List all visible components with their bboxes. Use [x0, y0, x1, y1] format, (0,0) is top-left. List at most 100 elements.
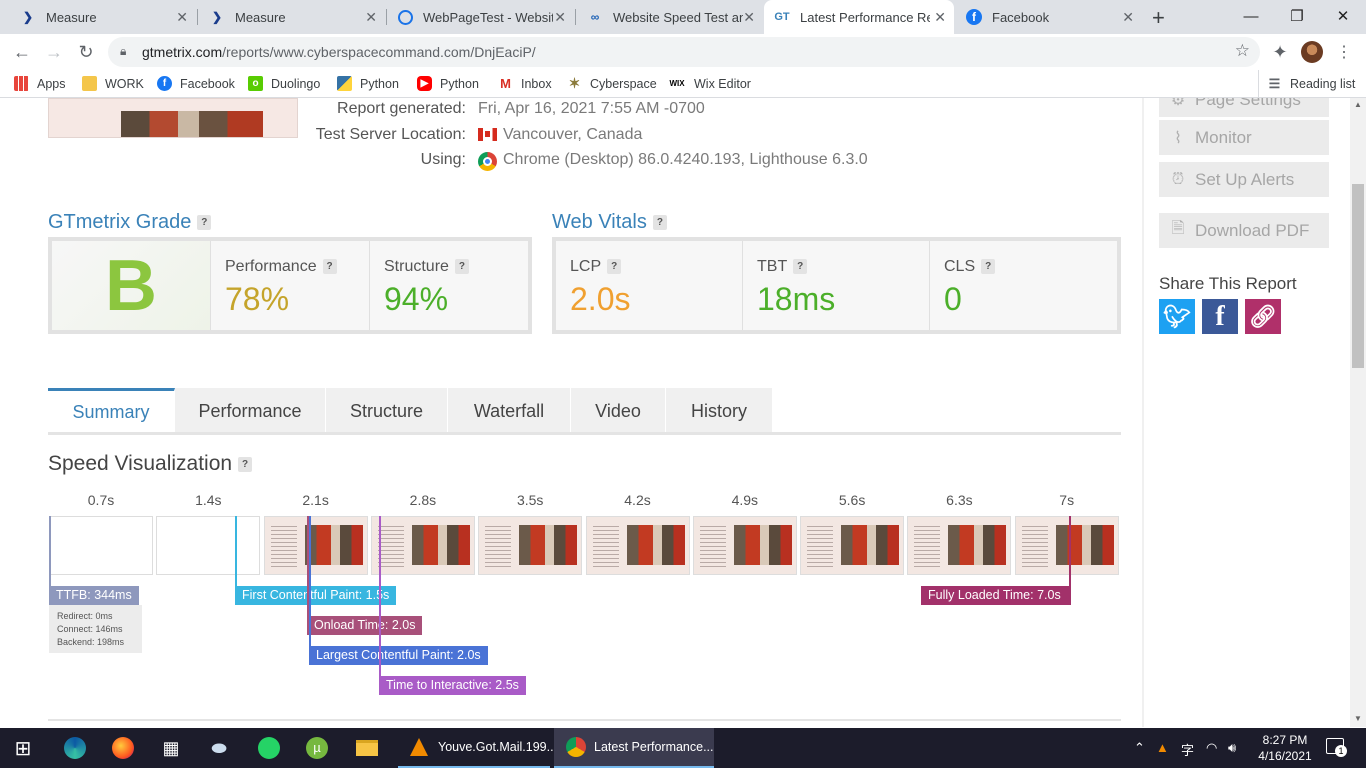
tab-performance[interactable]: Performance [175, 388, 326, 434]
filmstrip-frame[interactable] [49, 516, 153, 575]
bookmark-wix-editor[interactable]: WIX Wix Editor [668, 76, 751, 91]
close-icon[interactable]: ✕ [743, 9, 755, 26]
help-icon[interactable]: ? [793, 259, 808, 275]
bookmark-cyberspace[interactable]: ✶ Cyberspace [567, 75, 657, 91]
link-icon[interactable]: 🔗︎ [1245, 299, 1281, 334]
extensions-icon[interactable]: ✦ [1266, 38, 1294, 66]
tab-structure[interactable]: Structure [326, 388, 448, 434]
minimize-icon[interactable]: — [1228, 0, 1274, 32]
gmail-icon: M [498, 76, 513, 91]
firefox-icon[interactable] [100, 728, 146, 768]
bookmark-inbox[interactable]: M Inbox [498, 76, 552, 91]
close-icon[interactable]: ✕ [1122, 9, 1134, 26]
ime-icon[interactable]: 字 [1181, 740, 1194, 759]
help-icon[interactable]: ? [607, 259, 622, 275]
help-icon[interactable]: ? [197, 215, 212, 231]
help-icon[interactable]: ? [322, 259, 337, 275]
tab-facebook[interactable]: f Facebook ✕ [956, 0, 1142, 34]
lock-icon: 🔒︎ [120, 44, 127, 58]
filmstrip-frame[interactable] [370, 516, 475, 575]
menu-icon[interactable]: ⋮ [1330, 38, 1358, 66]
python-icon [337, 76, 352, 91]
help-icon[interactable]: ? [981, 259, 996, 275]
close-icon[interactable]: ✕ [934, 9, 946, 26]
taskbar-vlc-app[interactable]: Youve.Got.Mail.199... [398, 728, 557, 768]
tab-summary[interactable]: Summary [48, 388, 175, 434]
scrollbar-thumb[interactable] [1352, 184, 1364, 368]
bookmark-star-icon[interactable]: ☆ [1235, 41, 1250, 61]
tab-webpagetest[interactable]: WebPageTest - Website ✕ [388, 0, 574, 34]
paint-icon[interactable]: ⬬ [196, 728, 242, 768]
clock[interactable]: 8:27 PM 4/16/2021 [1252, 732, 1318, 764]
tab-waterfall[interactable]: Waterfall [448, 388, 571, 434]
filmstrip-frame[interactable] [1014, 516, 1119, 575]
filmstrip-frame[interactable] [692, 516, 797, 575]
monitor-button[interactable]: ⌇ Monitor [1159, 120, 1329, 155]
tab-gtmetrix[interactable]: GT Latest Performance Rep ✕ [764, 0, 954, 34]
download-pdf-button[interactable]: 🗎︎ Download PDF [1159, 213, 1329, 248]
address-bar[interactable]: 🔒︎ gtmetrix.com/reports/www.cyberspaceco… [108, 37, 1260, 67]
close-icon[interactable]: ✕ [176, 9, 188, 26]
tab-measure-2[interactable]: ❯ Measure ✕ [199, 0, 385, 34]
reload-icon[interactable]: ↻ [72, 38, 100, 66]
tray-vlc-icon[interactable]: ▲ [1156, 740, 1169, 755]
tab-video[interactable]: Video [571, 388, 666, 434]
tray-chevron-icon[interactable]: ⌃ [1134, 740, 1145, 756]
timeline-tick-label: 3.5s [516, 492, 544, 508]
windows-start-icon[interactable]: ⊞ [0, 728, 46, 768]
bookmark-duolingo[interactable]: o Duolingo [248, 76, 320, 91]
backend-detail: Backend: 198ms [57, 637, 125, 647]
bookmark-facebook[interactable]: f Facebook [157, 76, 235, 91]
lcp-label: LCP [570, 258, 602, 275]
notification-icon[interactable]: 1 [1326, 738, 1347, 757]
volume-icon[interactable]: 🔊︎ [1228, 740, 1236, 756]
filmstrip-frame[interactable] [800, 516, 905, 575]
chrome-icon [478, 152, 497, 171]
back-icon[interactable]: ← [8, 38, 36, 66]
close-icon[interactable]: ✕ [365, 9, 377, 26]
whatsapp-icon[interactable] [246, 728, 292, 768]
forward-icon[interactable]: → [40, 38, 68, 66]
filmstrip-frame[interactable] [585, 516, 690, 575]
restore-icon[interactable]: ❐ [1274, 0, 1320, 32]
scroll-up-icon[interactable]: ▲ [1354, 100, 1362, 109]
file-explorer-icon[interactable] [344, 728, 390, 768]
bookmark-python-2[interactable]: ▶ Python [417, 76, 479, 91]
help-icon[interactable]: ? [238, 456, 253, 472]
using-value: Chrome (Desktop) 86.0.4240.193, Lighthou… [503, 151, 868, 168]
reading-list[interactable]: ☰ Reading list [1267, 76, 1356, 91]
calculator-icon[interactable]: ▦ [148, 728, 194, 768]
filmstrip-frame[interactable] [907, 516, 1012, 575]
bookmark-label: Inbox [521, 76, 552, 91]
twitter-icon[interactable]: 🐦︎ [1159, 299, 1195, 334]
filmstrip-frame[interactable] [478, 516, 583, 575]
filmstrip-frame[interactable] [263, 516, 368, 575]
page-settings-button[interactable]: ⚙ Page Settings [1159, 98, 1329, 117]
filmstrip-frame[interactable] [156, 516, 261, 575]
timeline-tick-label: 6.3s [946, 492, 973, 508]
tab-measure-1[interactable]: ❯ Measure ✕ [10, 0, 196, 34]
timeline-tick-label: 2.8s [409, 492, 437, 508]
set-up-alerts-button[interactable]: ⏰︎ Set Up Alerts [1159, 162, 1329, 197]
scroll-down-icon[interactable]: ▼ [1354, 714, 1362, 723]
vertical-scrollbar[interactable]: ▲ ▼ [1350, 98, 1366, 727]
bookmark-python-1[interactable]: Python [337, 76, 399, 91]
window-close-icon[interactable]: ✕ [1320, 0, 1366, 32]
section-divider [48, 719, 1121, 721]
tab-pingdom[interactable]: ∞ Website Speed Test and ✕ [577, 0, 763, 34]
tab-history[interactable]: History [666, 388, 773, 434]
utorrent-icon[interactable]: µ [294, 728, 340, 768]
bookmark-work[interactable]: WORK [82, 76, 144, 91]
help-icon[interactable]: ? [652, 215, 667, 231]
wifi-icon[interactable]: ◠ [1206, 740, 1217, 756]
avatar[interactable] [1301, 41, 1323, 63]
help-icon[interactable]: ? [454, 259, 469, 275]
bookmark-apps[interactable]: Apps [14, 76, 66, 91]
new-tab-button[interactable]: + [1152, 5, 1165, 31]
edge-icon[interactable] [52, 728, 98, 768]
taskbar-chrome-app[interactable]: Latest Performance... [554, 728, 714, 768]
browser-toolbar: ← → ↻ 🔒︎ gtmetrix.com/reports/www.cybers… [0, 34, 1366, 70]
close-icon[interactable]: ✕ [554, 9, 566, 26]
tbt-value: 18ms [757, 281, 836, 317]
facebook-share-icon[interactable]: f [1202, 299, 1238, 334]
